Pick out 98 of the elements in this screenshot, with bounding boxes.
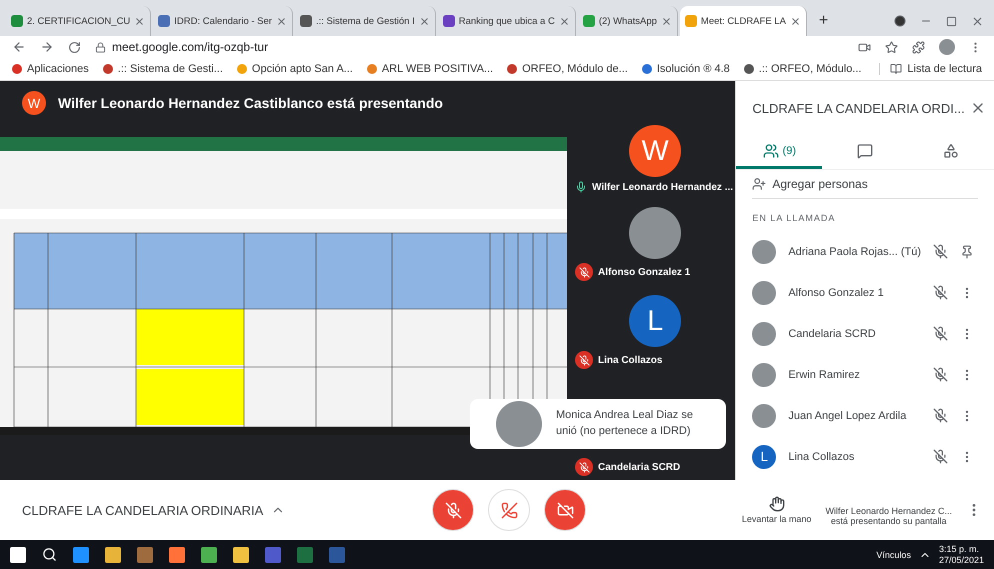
reading-list-link[interactable]: Lista de lectura xyxy=(907,63,982,75)
mic-off-icon[interactable] xyxy=(933,326,948,341)
presenter-avatar: W xyxy=(22,91,46,115)
app-icon[interactable] xyxy=(201,546,217,562)
raise-hand-button[interactable]: Levantar la mano xyxy=(742,496,812,524)
browser-tab[interactable]: (2) WhatsApp xyxy=(578,6,678,36)
app-icon[interactable] xyxy=(105,546,121,562)
mic-off-icon xyxy=(444,502,462,518)
notification-text: Monica Andrea Leal Diaz se unió (no pertenece a IDRD) xyxy=(556,408,694,439)
bookmark-link[interactable]: ARL WEB POSITIVA... xyxy=(366,63,494,75)
mic-off-icon[interactable] xyxy=(933,449,948,464)
participant-name: Candelaria SCRD xyxy=(598,462,680,472)
back-icon[interactable] xyxy=(12,40,26,54)
browser-tab[interactable]: IDRD: Calendario - Ser xyxy=(153,6,293,36)
clock-time: 3:15 p. m. xyxy=(938,544,980,554)
close-icon[interactable] xyxy=(660,16,672,26)
app-icon[interactable] xyxy=(169,546,185,562)
reading-list-icon[interactable] xyxy=(890,63,902,75)
participant-avatar: W xyxy=(629,125,682,177)
participant-name: Alfonso Gonzalez 1 xyxy=(788,286,885,298)
new-tab-button[interactable]: + xyxy=(808,12,838,36)
address-field[interactable]: meet.google.com/itg-ozqb-tur xyxy=(112,40,268,54)
browser-tab[interactable]: .:: Sistema de Gestión I xyxy=(294,6,436,36)
links-label: Vínculos xyxy=(876,550,911,560)
photo-placeholder xyxy=(496,401,542,447)
microphone-button[interactable] xyxy=(432,489,474,531)
pin-icon[interactable] xyxy=(960,244,974,258)
camera-off-icon xyxy=(556,502,574,518)
bookmark-link[interactable]: .:: Sistema de Gesti... xyxy=(102,63,223,75)
search-icon[interactable] xyxy=(42,547,57,562)
bookmark-link[interactable]: ORFEO, Módulo de... xyxy=(507,63,628,75)
bookmark-link[interactable]: Opción apto San A... xyxy=(236,63,353,75)
participant-name: Wilfer Leonardo Hernandez ... xyxy=(592,182,734,192)
favicon-icon xyxy=(684,15,697,27)
participant-name: Adriana Paola Rojas... (Tú) xyxy=(788,246,921,258)
app-icon[interactable] xyxy=(73,546,89,562)
add-people-link[interactable]: Agregar personas xyxy=(772,177,868,191)
star-icon[interactable] xyxy=(885,40,898,54)
avatar-placeholder xyxy=(752,280,776,304)
participant-name: Alfonso Gonzalez 1 xyxy=(598,266,690,278)
clock-date: 27/05/2021 xyxy=(938,554,984,566)
favicon-icon xyxy=(158,15,170,27)
participant-name: Juan Angel Lopez Ardila xyxy=(788,410,908,422)
activities-icon xyxy=(943,142,960,158)
mic-off-icon[interactable] xyxy=(933,408,948,423)
app-icon[interactable] xyxy=(233,546,249,562)
chat-icon xyxy=(857,142,874,158)
lock-icon xyxy=(95,42,106,52)
mic-off-icon[interactable] xyxy=(933,367,948,382)
close-icon[interactable] xyxy=(971,14,984,28)
avatar-placeholder xyxy=(752,404,776,428)
panel-title: CLDRAFE LA CANDELARIA ORDI... xyxy=(752,100,965,116)
app-icon[interactable] xyxy=(10,546,26,562)
close-icon[interactable] xyxy=(558,16,570,26)
meeting-name: CLDRAFE LA CANDELARIA ORDINARIA xyxy=(22,502,264,518)
bookmark-link[interactable]: Aplicaciones xyxy=(12,63,89,75)
presenter-title: Wilfer Leonardo Hernandez Castiblanco está presentando xyxy=(58,95,443,111)
participant-name: Lina Collazos xyxy=(788,450,856,462)
close-icon[interactable] xyxy=(276,16,287,26)
puzzle-icon[interactable] xyxy=(912,40,925,54)
participant-name: Lina Collazos xyxy=(598,354,662,366)
participant-name: Erwin Ramirez xyxy=(788,368,861,380)
favicon-icon xyxy=(442,15,455,27)
add-person-icon[interactable] xyxy=(752,177,766,191)
close-icon[interactable] xyxy=(418,16,430,26)
people-icon xyxy=(762,142,779,158)
favicon-icon xyxy=(11,15,23,27)
presenting-status: está presentando su pantalla xyxy=(830,516,947,526)
camera-button[interactable] xyxy=(544,489,586,531)
avatar-placeholder xyxy=(752,240,776,264)
phone-icon xyxy=(500,502,518,518)
leave-call-button[interactable] xyxy=(488,489,530,531)
mic-off-icon[interactable] xyxy=(933,285,948,300)
panel-tab[interactable]: (9) xyxy=(736,135,822,169)
participant-avatar: L xyxy=(629,295,682,347)
browser-tab[interactable]: Meet: CLDRAFE LA xyxy=(680,6,807,36)
participant-name: Candelaria SCRD xyxy=(788,328,877,340)
bookmark-link[interactable]: .:: ORFEO, Módulo... xyxy=(744,63,862,75)
favicon-icon xyxy=(300,15,312,27)
profile-dot-icon[interactable] xyxy=(894,15,906,27)
hand-icon xyxy=(768,496,785,512)
browser-tab[interactable]: 2. CERTIFICACION_CU xyxy=(6,6,152,36)
close-icon[interactable] xyxy=(134,16,146,26)
camera-icon[interactable] xyxy=(858,40,871,54)
mic-off-icon[interactable] xyxy=(933,244,948,259)
forward-icon[interactable] xyxy=(40,40,54,54)
section-heading: EN LA LLAMADA xyxy=(752,212,836,225)
bookmark-link[interactable]: Isolución ® 4.8 xyxy=(642,63,730,75)
presenter-name: Wilfer Leonardo Hernandez C... xyxy=(825,506,952,516)
participant-avatar: L xyxy=(752,444,776,468)
avatar-placeholder xyxy=(752,322,776,346)
profile-avatar[interactable] xyxy=(939,39,955,55)
avatar-placeholder xyxy=(752,362,776,386)
favicon-icon xyxy=(582,15,595,27)
browser-tab[interactable]: Ranking que ubica a C xyxy=(438,6,576,36)
restore-icon[interactable] xyxy=(946,16,957,26)
reload-icon[interactable] xyxy=(68,40,81,54)
close-icon[interactable] xyxy=(790,16,801,26)
